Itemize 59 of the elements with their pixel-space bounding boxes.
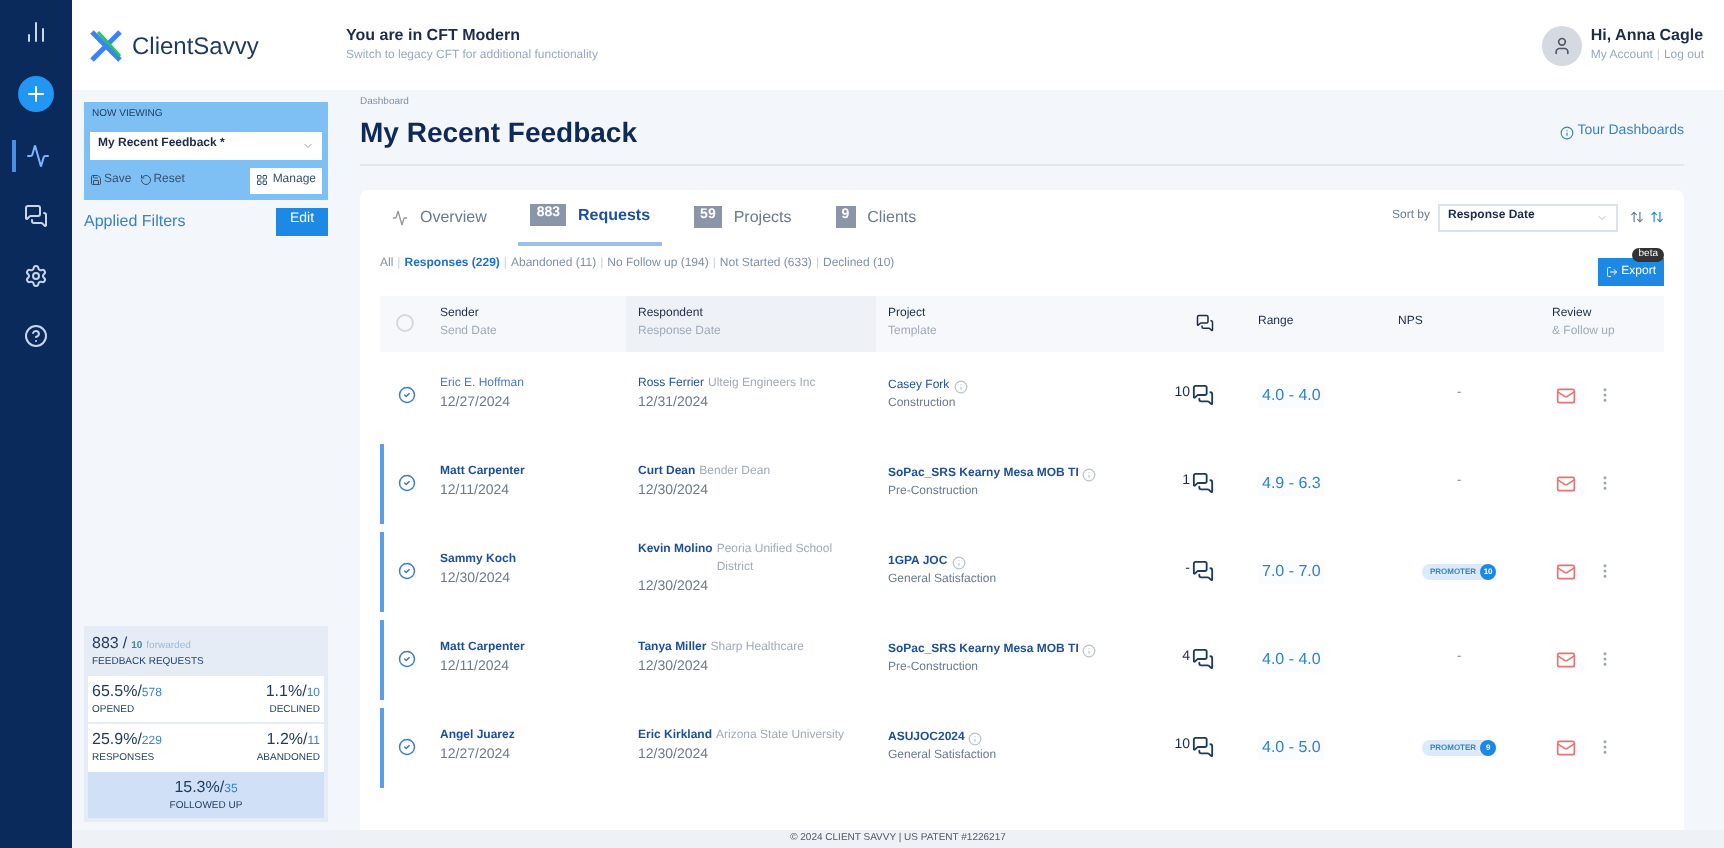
row-checkbox[interactable] <box>397 562 415 580</box>
comments-icon <box>1192 736 1214 758</box>
score-range: 4.0 - 4.0 <box>1258 383 1325 407</box>
comments-icon <box>1192 384 1214 406</box>
slash: / <box>302 679 307 703</box>
grid-icon <box>256 174 269 186</box>
info-icon[interactable] <box>1082 643 1097 657</box>
info-icon[interactable] <box>953 379 968 393</box>
info-icon[interactable] <box>951 555 966 569</box>
page-title: My Recent Feedback <box>360 113 637 152</box>
review-icon[interactable] <box>1556 561 1576 581</box>
mode-label: You are in CFT Modern <box>346 24 522 48</box>
tab[interactable]: Overview <box>380 189 499 245</box>
stat-value: 883 <box>92 632 119 656</box>
review-icon[interactable] <box>1556 473 1576 493</box>
sort-order-icon[interactable] <box>1630 210 1644 224</box>
score-range: 7.0 - 7.0 <box>1258 559 1325 583</box>
stat-value: 15.3% <box>174 775 220 799</box>
chevron-down-icon <box>1596 211 1608 223</box>
comments-icon <box>1192 472 1214 494</box>
comments-icon <box>1192 560 1214 582</box>
overview-icon <box>392 209 408 225</box>
score-range: 4.0 - 4.0 <box>1258 647 1325 671</box>
slash: / <box>137 728 142 752</box>
info-icon[interactable] <box>968 731 983 745</box>
slash: / <box>122 632 128 656</box>
stat-value: 1.2% <box>266 728 304 752</box>
slash: / <box>137 679 142 703</box>
row-checkbox[interactable] <box>397 474 415 492</box>
chevron-down-icon <box>302 139 314 151</box>
info-icon <box>1559 125 1574 139</box>
brand-name: ClientSavvy <box>132 29 259 63</box>
stat-value: 25.9% <box>92 728 138 752</box>
save-icon <box>90 174 102 186</box>
plus-icon <box>24 82 48 106</box>
select-all-checkbox[interactable] <box>395 314 413 332</box>
logo-icon <box>88 27 124 63</box>
applied-filters-toggle[interactable]: Applied Filters <box>84 209 186 233</box>
comments-icon <box>1196 314 1214 332</box>
row-checkbox[interactable] <box>397 650 415 668</box>
slash: / <box>303 728 308 752</box>
stat-value: 1.1% <box>265 679 303 703</box>
score-range: 4.9 - 6.3 <box>1258 471 1325 495</box>
avatar <box>1542 25 1583 65</box>
slash: / <box>219 775 225 799</box>
review-icon[interactable] <box>1556 737 1576 757</box>
review-icon[interactable] <box>1556 385 1576 405</box>
row-checkbox[interactable] <box>397 738 415 756</box>
greeting: Hi, Anna Cagle <box>1590 24 1704 48</box>
comments-icon <box>1192 648 1214 670</box>
export-icon <box>1605 266 1618 278</box>
review-icon[interactable] <box>1556 649 1576 669</box>
score-range: 4.0 - 5.0 <box>1258 735 1325 759</box>
reset-icon <box>139 174 152 186</box>
info-icon[interactable] <box>1082 467 1097 481</box>
row-checkbox[interactable] <box>397 386 415 404</box>
add-button[interactable] <box>18 76 54 112</box>
stat-value: 65.5% <box>92 679 138 703</box>
sort-order-icon[interactable] <box>1650 210 1664 224</box>
